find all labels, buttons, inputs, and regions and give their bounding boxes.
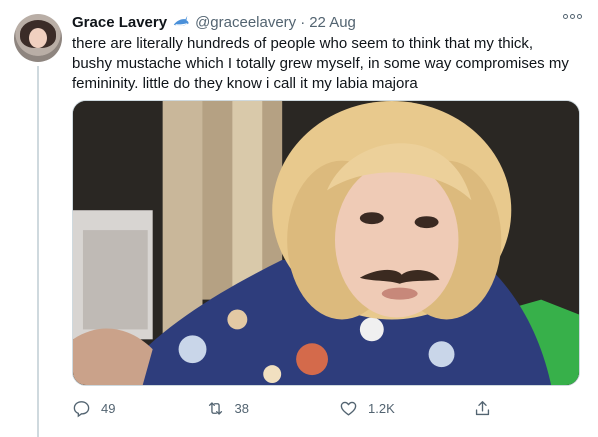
share-button[interactable] [473, 394, 502, 422]
handle[interactable]: @graceelavery [195, 14, 296, 31]
tweet-photo[interactable] [72, 100, 580, 386]
tweet-date[interactable]: 22 Aug [309, 14, 356, 31]
avatar[interactable] [14, 14, 62, 62]
tweet-text: there are literally hundreds of people w… [72, 35, 569, 92]
reply-icon [73, 400, 90, 417]
tweet: Grace Lavery @graceelavery · 22 Aug ther… [0, 0, 598, 437]
tweet-actions: 49 38 1.2K [72, 394, 502, 422]
more-dot [577, 14, 582, 19]
avatar-face [29, 28, 47, 48]
reply-count: 49 [101, 400, 116, 416]
more-dot [570, 14, 575, 19]
shark-emoji-icon [172, 13, 190, 31]
display-name[interactable]: Grace Lavery [72, 14, 167, 31]
heart-icon [340, 401, 357, 416]
reply-button[interactable]: 49 [72, 394, 206, 422]
share-icon [475, 400, 489, 415]
tweet-header: Grace Lavery @graceelavery · 22 Aug [72, 12, 356, 32]
more-dot [563, 14, 568, 19]
like-button[interactable]: 1.2K [339, 394, 473, 422]
like-count: 1.2K [368, 400, 395, 416]
retweet-icon [208, 401, 222, 415]
more-options-icon[interactable] [563, 14, 582, 19]
retweet-count: 38 [234, 400, 249, 416]
thread-line [37, 66, 39, 437]
separator-dot: · [300, 13, 306, 31]
retweet-button[interactable]: 38 [206, 394, 340, 422]
